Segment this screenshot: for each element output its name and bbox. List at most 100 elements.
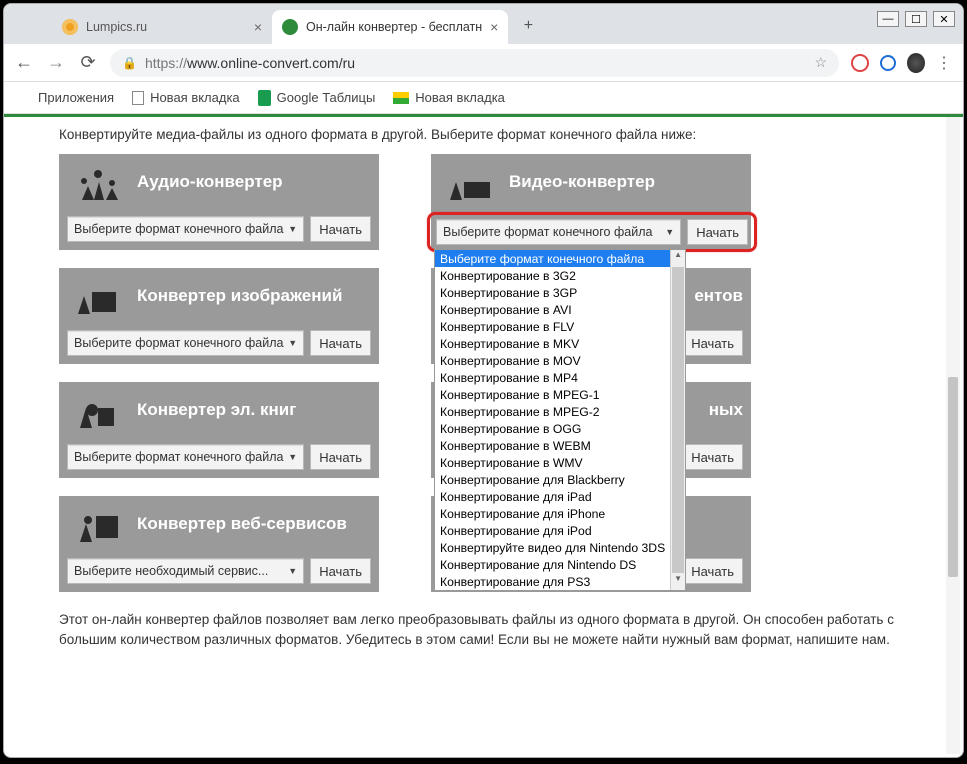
format-select[interactable]: Выберите формат конечного файла▼ (67, 330, 304, 356)
dropdown-option[interactable]: Конвертирование в MPEG-2 (435, 403, 670, 420)
bookmark-sheets[interactable]: Google Таблицы (258, 90, 376, 106)
dropdown-option[interactable]: Конвертирование для PS3 (435, 573, 670, 590)
bookmark-apps[interactable]: Приложения (16, 90, 114, 106)
dropdown-option[interactable]: Конвертирование для iPod (435, 522, 670, 539)
star-icon[interactable]: ☆ (814, 54, 827, 71)
dropdown-option[interactable]: Конвертирование для iPhone (435, 505, 670, 522)
start-button[interactable]: Начать (310, 444, 371, 470)
converter-title: Конвертер изображений (137, 286, 342, 306)
converter-title: ных (709, 400, 743, 420)
dropdown-option[interactable]: Конвертирование в MPEG-1 (435, 386, 670, 403)
start-button[interactable]: Начать (682, 444, 743, 470)
converter-grid: Аудио-конвертер Выберите формат конечног… (59, 154, 963, 592)
dropdown-scrollbar[interactable]: ▲▼ (670, 250, 685, 590)
converter-image: Конвертер изображений Выберите формат ко… (59, 268, 379, 364)
video-icon (445, 160, 495, 204)
browser-window: — ☐ ✕ Lumpics.ru × Он-лайн конвертер - б… (3, 3, 964, 758)
tab-lumpics[interactable]: Lumpics.ru × (52, 10, 272, 44)
converter-title: Конвертер эл. книг (137, 400, 296, 420)
format-dropdown-list[interactable]: Выберите формат конечного файлаКонвертир… (434, 249, 686, 591)
chevron-down-icon: ▼ (288, 338, 297, 348)
bookmark-newtab2[interactable]: Новая вкладка (393, 90, 505, 105)
sheets-icon (258, 90, 271, 106)
converter-title: Видео-конвертер (509, 172, 655, 192)
start-button[interactable]: Начать (682, 558, 743, 584)
converter-ebook: Конвертер эл. книг Выберите формат конеч… (59, 382, 379, 478)
new-tab-button[interactable]: + (514, 12, 542, 40)
tab-strip: Lumpics.ru × Он-лайн конвертер - бесплат… (4, 4, 963, 44)
page-viewport: Конвертируйте медиа-файлы из одного форм… (4, 114, 963, 757)
dropdown-option[interactable]: Конвертирование для Nintendo DS (435, 556, 670, 573)
converter-title: Аудио-конвертер (137, 172, 283, 192)
profile-avatar[interactable] (907, 54, 925, 72)
dropdown-option[interactable]: Конвертируйте видео для Nintendo 3DS (435, 539, 670, 556)
globe-extension-icon[interactable] (879, 54, 897, 72)
dropdown-option[interactable]: Конвертирование в MKV (435, 335, 670, 352)
tab-online-convert[interactable]: Он-лайн конвертер - бесплатн × (272, 10, 508, 44)
start-button[interactable]: Начать (310, 558, 371, 584)
dropdown-option[interactable]: Конвертирование в WEBM (435, 437, 670, 454)
dropdown-option[interactable]: Выберите формат конечного файла (435, 250, 670, 267)
format-select-video[interactable]: Выберите формат конечного файла▼ (436, 219, 681, 245)
dropdown-option[interactable]: Конвертирование для iPad (435, 488, 670, 505)
url-text: https://www.online-convert.com/ru (145, 55, 355, 71)
url-input[interactable]: 🔒 https://www.online-convert.com/ru ☆ (110, 49, 839, 77)
dropdown-option[interactable]: Конвертирование в AVI (435, 301, 670, 318)
maximize-button[interactable]: ☐ (905, 11, 927, 27)
window-controls: — ☐ ✕ (877, 11, 955, 27)
chevron-down-icon: ▼ (288, 224, 297, 234)
ebook-icon (73, 388, 123, 432)
converter-audio: Аудио-конвертер Выберите формат конечног… (59, 154, 379, 250)
service-select[interactable]: Выберите необходимый сервис...▼ (67, 558, 304, 584)
back-button[interactable]: ← (14, 52, 34, 73)
page-scrollbar[interactable] (946, 117, 960, 754)
forward-button[interactable]: → (46, 52, 66, 73)
chevron-down-icon: ▼ (665, 227, 674, 237)
highlight-annotation: Выберите формат конечного файла▼ Начать … (427, 212, 757, 252)
image-icon (393, 92, 409, 104)
bookmarks-bar: Приложения Новая вкладка Google Таблицы … (4, 82, 963, 114)
dropdown-option[interactable]: Конвертирование в 3G2 (435, 267, 670, 284)
dropdown-option[interactable]: Конвертирование в MOV (435, 352, 670, 369)
opera-extension-icon[interactable] (851, 54, 869, 72)
image-converter-icon (73, 274, 123, 318)
dropdown-option[interactable]: Конвертирование в 3GP (435, 284, 670, 301)
address-bar: ← → ⟳ 🔒 https://www.online-convert.com/r… (4, 44, 963, 82)
favicon-icon (62, 19, 78, 35)
tab-close-icon[interactable]: × (254, 19, 262, 35)
converter-title: Конвертер веб-сервисов (137, 514, 347, 534)
converter-webservice: Конвертер веб-сервисов Выберите необходи… (59, 496, 379, 592)
close-button[interactable]: ✕ (933, 11, 955, 27)
start-button[interactable]: Начать (310, 330, 371, 356)
lock-icon: 🔒 (122, 56, 137, 70)
converter-video: Видео-конвертер Выберите формат конечног… (431, 154, 751, 250)
start-button[interactable]: Начать (310, 216, 371, 242)
dropdown-option[interactable]: Конвертирование для Blackberry (435, 471, 670, 488)
bookmark-newtab1[interactable]: Новая вкладка (132, 90, 240, 105)
doc-icon (132, 91, 144, 105)
format-select[interactable]: Выберите формат конечного файла▼ (67, 444, 304, 470)
menu-button[interactable]: ⋮ (935, 54, 953, 72)
apps-icon (16, 90, 32, 106)
favicon-icon (282, 19, 298, 35)
dropdown-option[interactable]: Конвертирование в OGG (435, 420, 670, 437)
dropdown-option[interactable]: Конвертирование в WMV (435, 454, 670, 471)
tab-title: Lumpics.ru (86, 20, 246, 34)
footer-text: Этот он-лайн конвертер файлов позволяет … (59, 610, 963, 651)
start-button[interactable]: Начать (687, 219, 748, 245)
toolbar-icons: ⋮ (851, 54, 953, 72)
webservice-icon (73, 502, 123, 546)
chevron-down-icon: ▼ (288, 452, 297, 462)
converter-title: ентов (694, 286, 743, 306)
dropdown-option[interactable]: Конвертирование в MP4 (435, 369, 670, 386)
tab-title: Он-лайн конвертер - бесплатн (306, 20, 482, 34)
intro-text: Конвертируйте медиа-файлы из одного форм… (59, 127, 963, 142)
tab-close-icon[interactable]: × (490, 19, 498, 35)
audio-icon (73, 160, 123, 204)
start-button[interactable]: Начать (682, 330, 743, 356)
minimize-button[interactable]: — (877, 11, 899, 27)
reload-button[interactable]: ⟳ (78, 52, 98, 73)
chevron-down-icon: ▼ (288, 566, 297, 576)
dropdown-option[interactable]: Конвертирование в FLV (435, 318, 670, 335)
format-select[interactable]: Выберите формат конечного файла▼ (67, 216, 304, 242)
